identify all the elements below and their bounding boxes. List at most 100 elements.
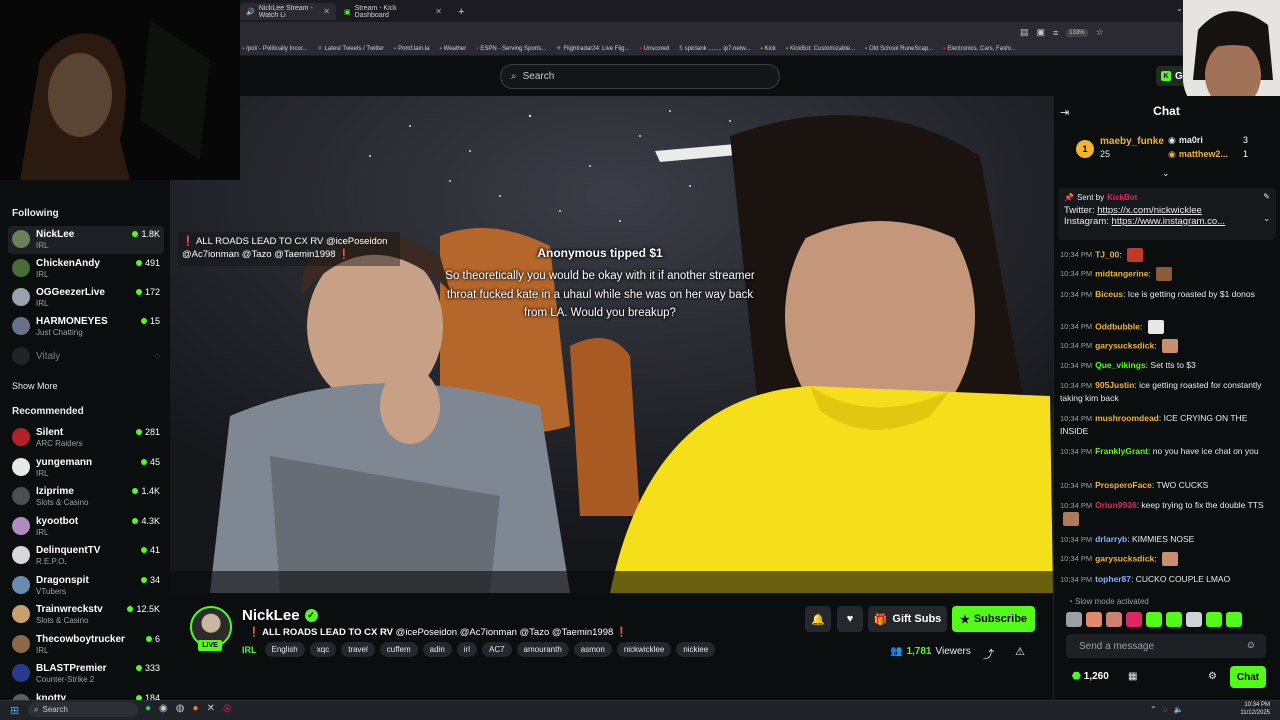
- stream-tag[interactable]: nickiee: [676, 642, 716, 657]
- third-gifter[interactable]: ◉ matthew2...: [1168, 149, 1228, 160]
- sidebar-item-recommended[interactable]: kyootbot IRL 4.3K: [8, 513, 164, 541]
- volume-icon[interactable]: 🔈: [1173, 705, 1183, 714]
- sidebar-item-oggeezerlive[interactable]: OGGeezerLive IRL 172: [8, 284, 164, 312]
- firefox-icon[interactable]: ●: [193, 703, 199, 714]
- channel-points[interactable]: ⬣ 1,260: [1072, 671, 1109, 682]
- sidebar-item-recommended[interactable]: Silent ARC Raiders 281: [8, 424, 164, 452]
- emote-button[interactable]: [1146, 612, 1162, 627]
- emote-button[interactable]: [1206, 612, 1222, 627]
- tab-nicklee-stream[interactable]: 🔊 NickLee Stream - Watch Li ✕: [240, 3, 336, 20]
- stream-tag[interactable]: cuffem: [379, 642, 418, 657]
- tab-kick-dashboard[interactable]: ▣ Stream - Kick Dashboard ✕: [338, 3, 448, 20]
- message-username[interactable]: TJ_00: [1095, 249, 1119, 259]
- permissions-icon[interactable]: ≡: [1053, 28, 1058, 38]
- sidebar-item-nicklee[interactable]: NickLee IRL 1.8K: [8, 226, 164, 254]
- message-username[interactable]: Biceus: [1095, 289, 1123, 299]
- chevron-down-icon[interactable]: ⌄: [1176, 4, 1183, 13]
- sidebar-item-harmoneyes[interactable]: HARMONEYES Just Chatting 15: [8, 313, 164, 341]
- stream-tag[interactable]: AC7: [481, 642, 512, 657]
- message-username[interactable]: Orion9936: [1095, 500, 1137, 510]
- bookmark-weather[interactable]: ▪ Weather: [440, 46, 467, 52]
- second-gifter[interactable]: ◉ ma0ri: [1168, 135, 1203, 146]
- video-player[interactable]: [170, 96, 1053, 593]
- stream-category-link[interactable]: IRL: [242, 645, 257, 655]
- screenshot-icon[interactable]: ▣: [1037, 27, 1046, 38]
- bookmark-spictank[interactable]: $ spictank ........ ip7.netw...: [679, 46, 750, 52]
- message-username[interactable]: midtangerine: [1095, 268, 1148, 278]
- chrome-icon[interactable]: ◉: [159, 703, 168, 714]
- chat-send-button[interactable]: Chat: [1230, 666, 1266, 688]
- stream-tag[interactable]: nickwicklee: [616, 642, 672, 657]
- show-more-link[interactable]: Show More: [12, 381, 58, 391]
- x-app-icon[interactable]: ✕: [207, 703, 215, 714]
- bookmark-flightradar[interactable]: ✈ Flightradar24: Live Flig...: [556, 45, 629, 53]
- sidebar-item-vitaly[interactable]: Vitaly ◌: [8, 343, 164, 371]
- share-icon[interactable]: ⤴: [983, 646, 994, 662]
- bookmark-twitter[interactable]: ✕ Latest Tweets / Twitter: [318, 45, 385, 53]
- bookmark-kickbot[interactable]: ▪ KickBot: Customizable...: [786, 46, 855, 52]
- message-username[interactable]: ProsperoFace: [1095, 480, 1152, 490]
- bookmark-kick[interactable]: ▪ Kick: [760, 46, 775, 52]
- emote-button[interactable]: [1106, 612, 1122, 627]
- gift-subs-button[interactable]: 🎁 Gift Subs: [868, 606, 947, 632]
- app-icon[interactable]: ◎: [223, 703, 232, 714]
- chat-message-input[interactable]: Send a message ☺: [1066, 634, 1266, 658]
- emote-button[interactable]: [1086, 612, 1102, 627]
- new-tab-button[interactable]: +: [452, 3, 468, 20]
- chat-settings-icon[interactable]: ⚙: [1208, 671, 1217, 682]
- stream-tag[interactable]: amouranth: [516, 642, 569, 657]
- stream-tag[interactable]: travel: [341, 642, 375, 657]
- reader-view-icon[interactable]: ▤: [1020, 27, 1029, 38]
- emote-button[interactable]: [1186, 612, 1202, 627]
- sidebar-item-recommended[interactable]: Dragonspit VTubers 34: [8, 572, 164, 600]
- emote-button[interactable]: [1226, 612, 1242, 627]
- bookmark-pomf[interactable]: ▪ Pomf.lain.la: [394, 46, 430, 52]
- stream-tag[interactable]: English: [264, 642, 305, 657]
- inventory-icon[interactable]: ▦: [1128, 671, 1137, 682]
- bookmark-runescape[interactable]: ▪ Old School RuneScap...: [865, 46, 933, 52]
- subscribe-button[interactable]: ★ Subscribe: [952, 606, 1035, 632]
- sidebar-item-recommended[interactable]: Iziprime Slots & Casino 1.4K: [8, 483, 164, 511]
- spotify-icon[interactable]: ●: [145, 703, 151, 714]
- top-gifter-name[interactable]: maeby_funke: [1100, 136, 1164, 147]
- steam-icon[interactable]: ◍: [176, 703, 185, 714]
- message-username[interactable]: drlarryb: [1095, 534, 1127, 544]
- message-username[interactable]: 905Justin: [1095, 380, 1134, 390]
- chevron-up-icon[interactable]: ⌃: [1150, 705, 1157, 714]
- sidebar-item-recommended[interactable]: DelinquentTV R.E.P.O. 41: [8, 542, 164, 570]
- emoji-picker-icon[interactable]: ☺: [1246, 640, 1256, 651]
- sidebar-item-recommended[interactable]: Trainwreckstv Slots & Casino 12.5K: [8, 601, 164, 629]
- message-username[interactable]: garysucksdick: [1095, 553, 1154, 563]
- bookmark-pol[interactable]: ▪/pol/ - Politically Incor...: [242, 46, 308, 52]
- taskbar-search[interactable]: ⌕ Search: [28, 702, 138, 717]
- bookmark-ebay[interactable]: ▪ Electronics, Cars, Fashi...: [943, 46, 1016, 52]
- message-username[interactable]: garysucksdick: [1095, 340, 1154, 350]
- twitter-link[interactable]: https://x.com/nickwicklee: [1097, 205, 1202, 216]
- unpin-icon[interactable]: ✎: [1263, 192, 1270, 201]
- notification-bell-button[interactable]: 🔔: [805, 606, 831, 632]
- stream-tag[interactable]: xqc: [309, 642, 337, 657]
- sidebar-item-chickenandy[interactable]: ChickenAndy IRL 491: [8, 255, 164, 283]
- stream-tag[interactable]: asmon: [573, 642, 612, 657]
- instagram-link[interactable]: https://www.instagram.co...: [1112, 216, 1226, 227]
- windows-start-icon[interactable]: ⊞: [10, 704, 19, 717]
- system-clock[interactable]: 10:34 PM 11/12/2025: [1228, 701, 1270, 717]
- emote-button[interactable]: [1126, 612, 1142, 627]
- report-icon[interactable]: ⚠: [1015, 645, 1025, 658]
- close-tab-icon[interactable]: ✕: [435, 7, 442, 16]
- search-input[interactable]: ⌕ Search: [500, 64, 780, 89]
- zoom-level[interactable]: 133%: [1066, 28, 1088, 37]
- emote-button[interactable]: [1066, 612, 1082, 627]
- streamer-name[interactable]: NickLee ✓: [242, 607, 318, 624]
- message-username[interactable]: FranklyGrant: [1095, 446, 1148, 456]
- bookmark-unscored[interactable]: ▪ Unscored: [639, 46, 669, 52]
- stream-tag[interactable]: adin: [422, 642, 452, 657]
- bookmark-espn[interactable]: ▪ ESPN - Serving Sports...: [476, 46, 546, 52]
- message-username[interactable]: topher87: [1095, 574, 1131, 584]
- message-username[interactable]: Oddbubble: [1095, 321, 1140, 331]
- star-bookmark-icon[interactable]: ☆: [1096, 27, 1104, 38]
- sidebar-item-recommended[interactable]: yungemann IRL 45: [8, 454, 164, 482]
- message-username[interactable]: Que_vikings: [1095, 360, 1146, 370]
- close-tab-icon[interactable]: ✕: [323, 7, 330, 16]
- chevron-down-icon[interactable]: ⌄: [1263, 214, 1270, 223]
